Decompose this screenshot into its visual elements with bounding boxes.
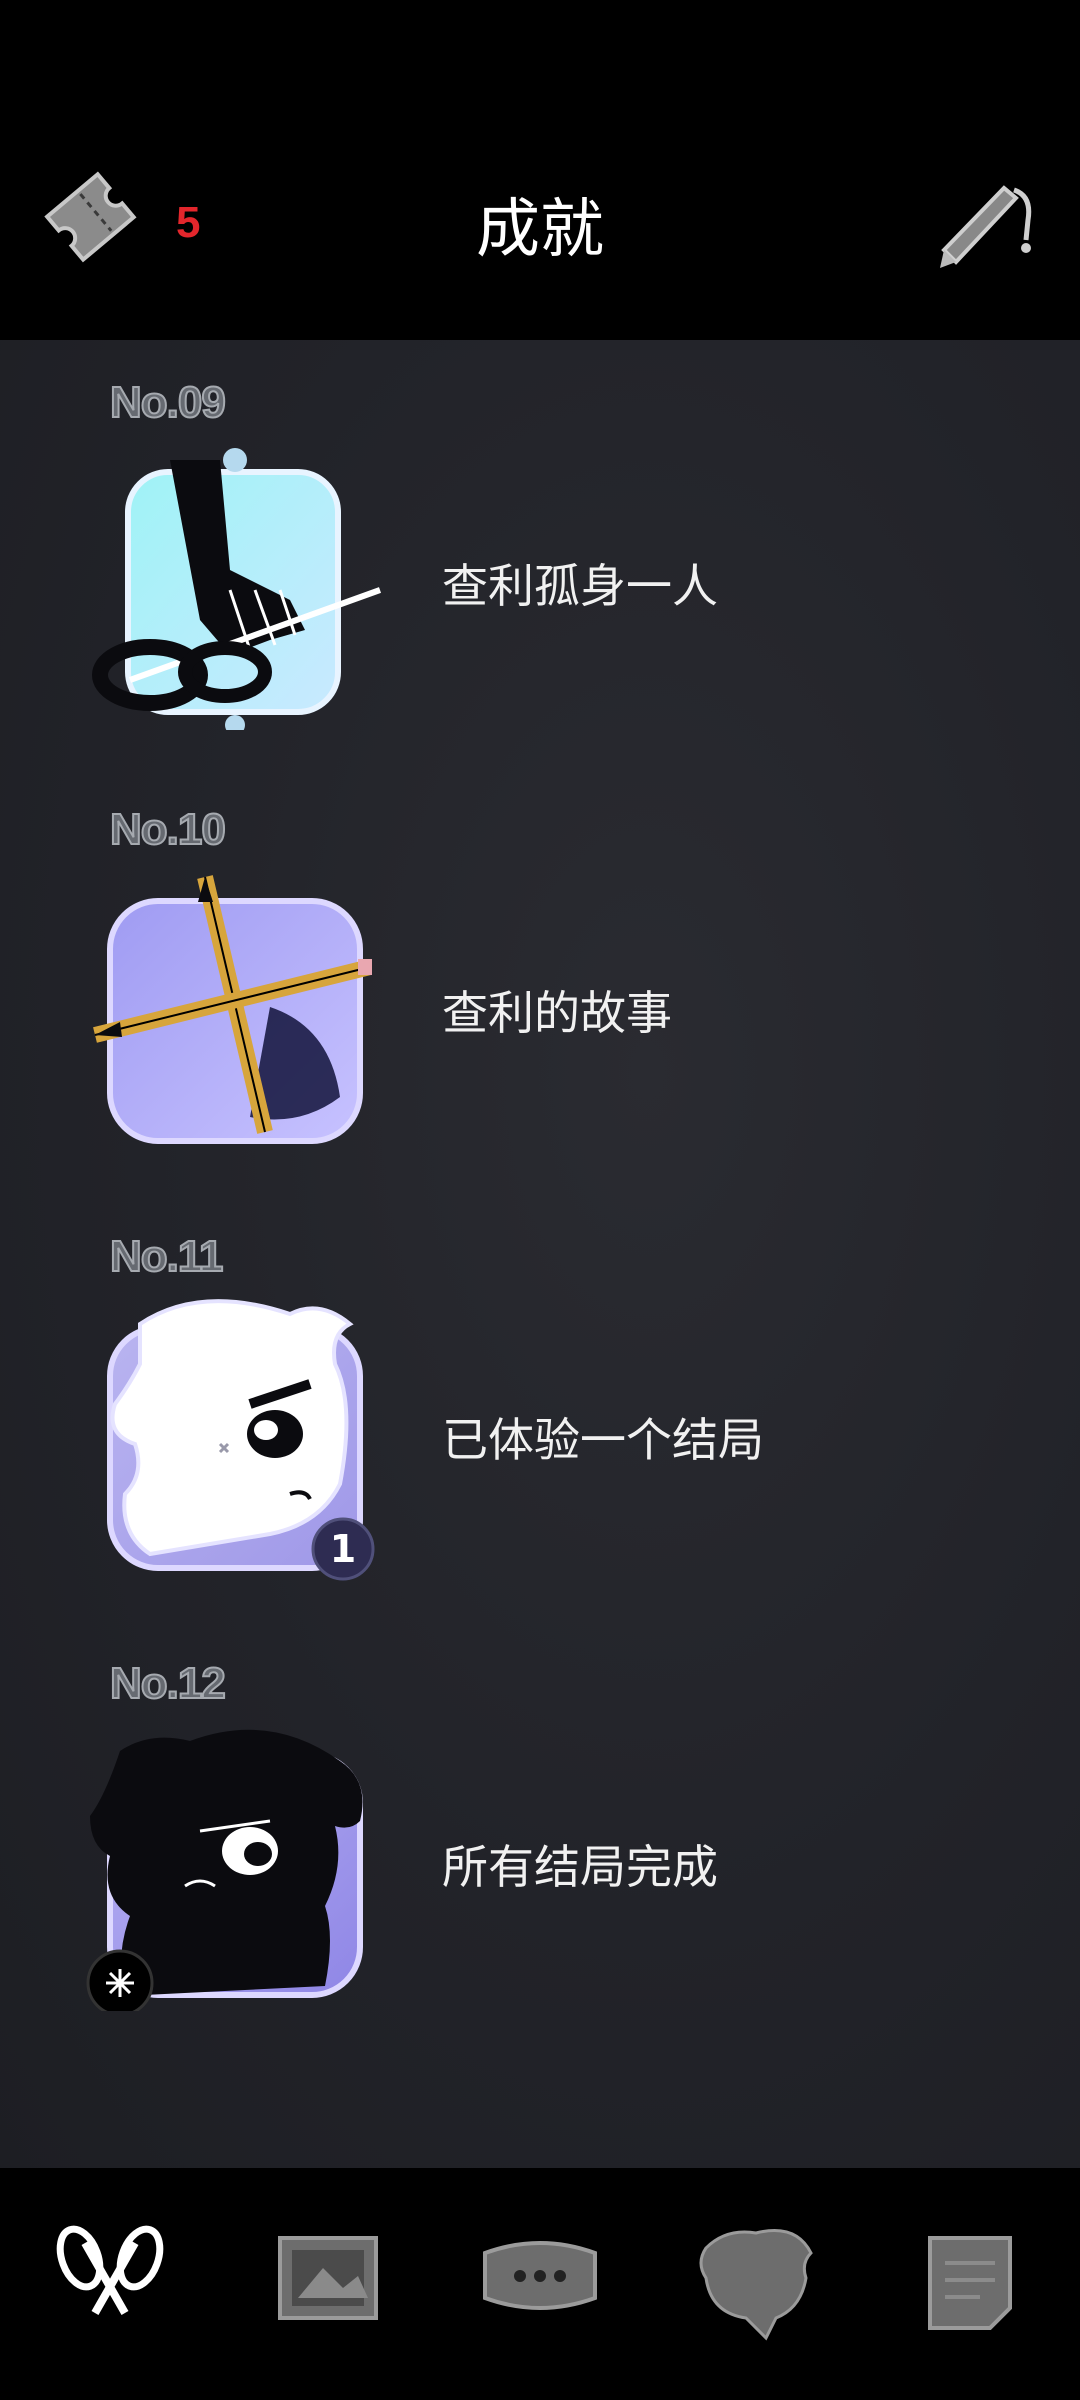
bottom-navigation — [0, 2168, 1080, 2400]
achievement-label: 已体验一个结局 — [442, 1413, 764, 1467]
character-icon — [699, 2229, 813, 2341]
scissors-icon — [56, 2225, 164, 2315]
achievement-number: No.10 — [109, 804, 227, 855]
achievement-item-11[interactable]: No.11 1 已体验一个结局 — [0, 1194, 1080, 1621]
achievement-label: 查利孤身一人 — [442, 559, 718, 613]
achievement-label: 查利的故事 — [442, 986, 672, 1040]
achievement-list: No.09 查利孤身一人 No.10 查利的故事 No.11 1 已体验一个结局… — [0, 340, 1080, 2168]
dialogue-tab[interactable] — [470, 2208, 610, 2348]
gallery-tab[interactable] — [258, 2208, 398, 2348]
achievement-number: No.11 — [109, 1231, 224, 1282]
achievement-item-12[interactable]: No.12 所有结局完成 — [0, 1621, 1080, 2048]
crossed-pencils-icon — [80, 867, 390, 1157]
achievement-item-10[interactable]: No.10 查利的故事 — [0, 767, 1080, 1194]
notes-tab[interactable] — [900, 2208, 1040, 2348]
notes-icon — [928, 2236, 1012, 2330]
hand-scissors-icon — [80, 440, 390, 735]
black-character-icon — [80, 1721, 390, 2017]
dialogue-icon — [483, 2241, 597, 2310]
scissors-tab[interactable] — [40, 2208, 180, 2348]
achievement-label: 所有结局完成 — [442, 1840, 718, 1894]
achievement-number: No.12 — [109, 1658, 227, 1709]
achievement-item-09[interactable]: No.09 查利孤身一人 — [0, 340, 1080, 767]
page-title: 成就 — [476, 193, 604, 267]
achievement-number: No.09 — [109, 377, 227, 428]
top-bar: 5 成就 — [0, 0, 1080, 340]
ending-count-badge: 1 — [330, 1527, 356, 1571]
character-tab[interactable] — [686, 2208, 826, 2348]
pen-icon[interactable] — [934, 170, 1044, 280]
white-character-icon: 1 — [80, 1294, 390, 1584]
gallery-icon — [278, 2236, 378, 2320]
